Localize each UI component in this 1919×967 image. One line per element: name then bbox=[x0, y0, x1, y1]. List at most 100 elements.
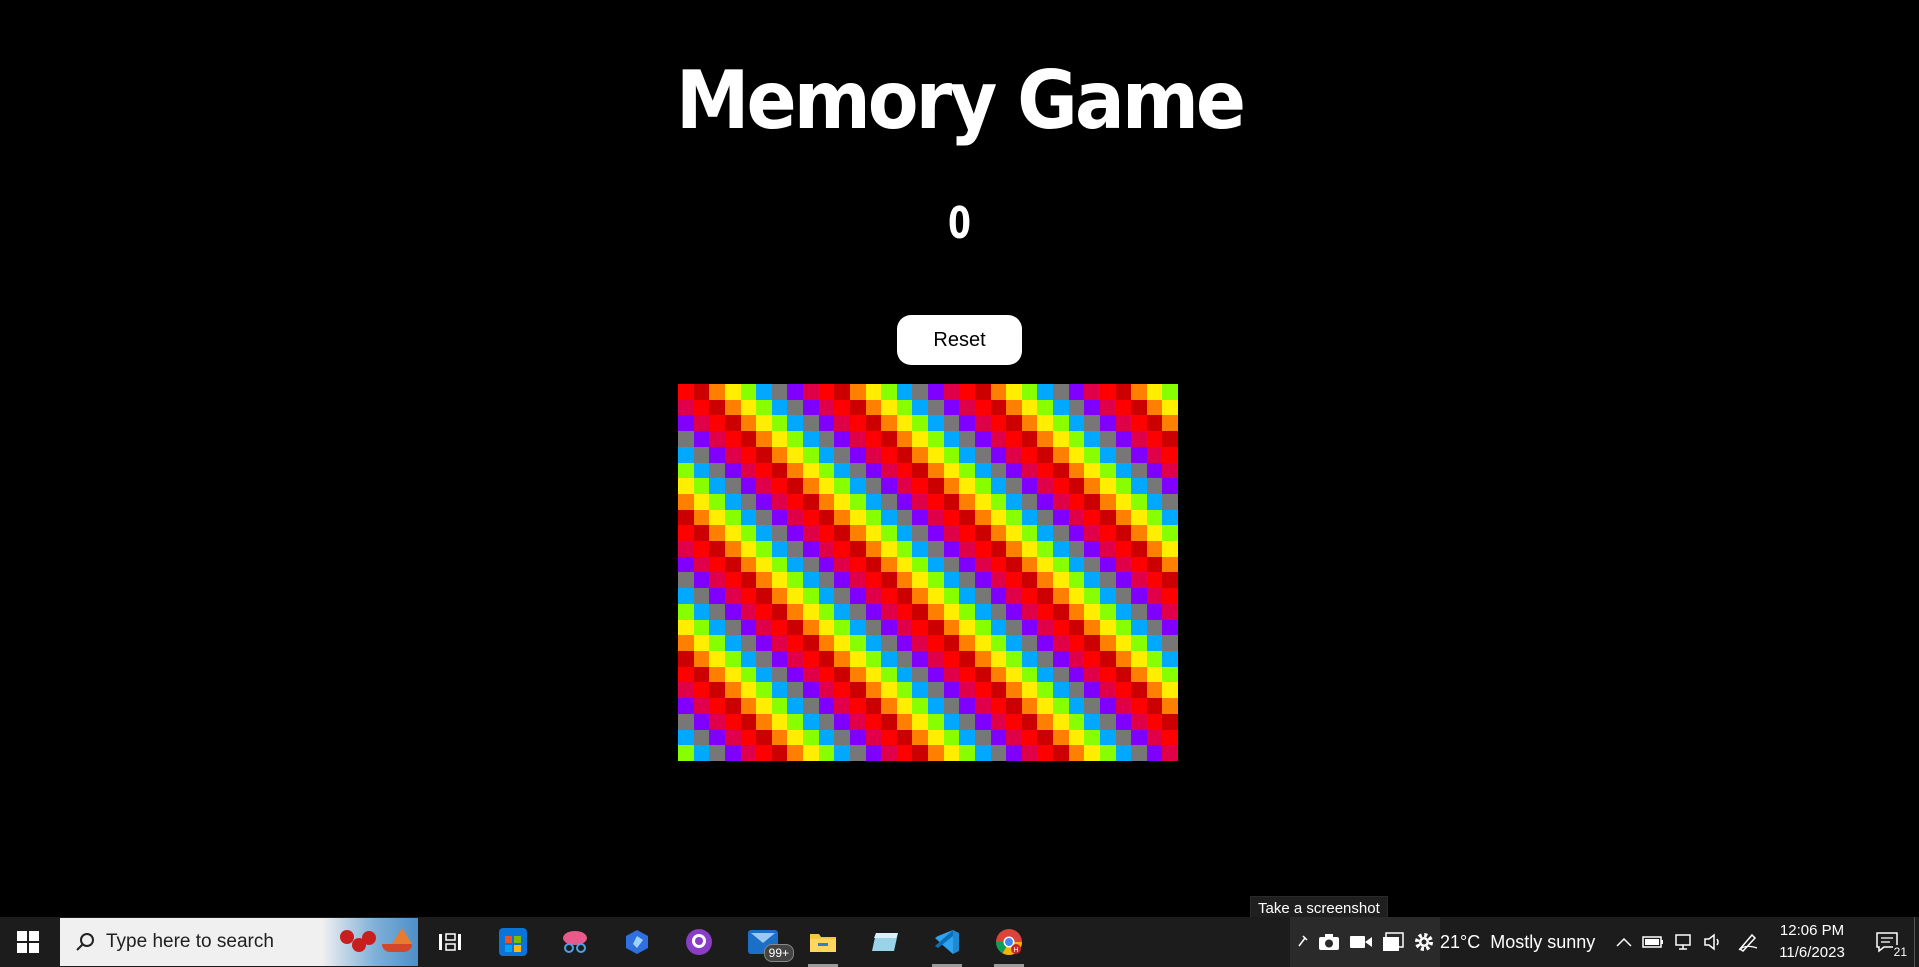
board-tile[interactable] bbox=[1099, 682, 1116, 699]
board-tile[interactable] bbox=[1099, 603, 1116, 620]
board-tile[interactable] bbox=[834, 682, 850, 699]
board-tile[interactable] bbox=[943, 619, 960, 636]
board-tile[interactable] bbox=[818, 415, 835, 432]
board-tile[interactable] bbox=[974, 493, 991, 510]
board-tile[interactable] bbox=[787, 588, 803, 604]
board-tile[interactable] bbox=[1099, 588, 1116, 604]
board-tile[interactable] bbox=[740, 431, 757, 447]
board-tile[interactable] bbox=[1115, 431, 1132, 447]
board-tile[interactable] bbox=[865, 619, 882, 636]
board-tile[interactable] bbox=[1099, 635, 1116, 652]
board-tile[interactable] bbox=[803, 462, 819, 479]
board-tile[interactable] bbox=[756, 509, 772, 526]
board-tile[interactable] bbox=[943, 446, 960, 463]
board-tile[interactable] bbox=[678, 713, 694, 730]
board-tile[interactable] bbox=[1037, 713, 1053, 730]
board-tile[interactable] bbox=[1131, 446, 1147, 463]
board-tile[interactable] bbox=[818, 713, 835, 730]
board-tile[interactable] bbox=[771, 588, 788, 604]
board-tile[interactable] bbox=[1162, 745, 1178, 761]
board-tile[interactable] bbox=[1053, 682, 1069, 699]
board-tile[interactable] bbox=[990, 651, 1007, 667]
board-tile[interactable] bbox=[881, 666, 897, 683]
board-tile[interactable] bbox=[1053, 462, 1069, 479]
board-tile[interactable] bbox=[740, 698, 757, 714]
board-tile[interactable] bbox=[865, 635, 882, 652]
board-tile[interactable] bbox=[693, 399, 710, 416]
board-tile[interactable] bbox=[1131, 462, 1147, 479]
board-tile[interactable] bbox=[756, 399, 772, 416]
board-tile[interactable] bbox=[787, 493, 803, 510]
board-tile[interactable] bbox=[724, 572, 741, 589]
board-tile[interactable] bbox=[787, 619, 803, 636]
board-tile[interactable] bbox=[974, 635, 991, 652]
board-tile[interactable] bbox=[1053, 603, 1069, 620]
board-tile[interactable] bbox=[1053, 588, 1069, 604]
board-tile[interactable] bbox=[818, 509, 835, 526]
board-tile[interactable] bbox=[787, 431, 803, 447]
board-tile[interactable] bbox=[912, 729, 928, 746]
board-tile[interactable] bbox=[881, 399, 897, 416]
board-tile[interactable] bbox=[709, 525, 725, 542]
board-tile[interactable] bbox=[678, 541, 694, 557]
board-tile[interactable] bbox=[678, 729, 694, 746]
board-tile[interactable] bbox=[943, 431, 960, 447]
board-tile[interactable] bbox=[928, 431, 944, 447]
board-tile[interactable] bbox=[928, 603, 944, 620]
board-tile[interactable] bbox=[1021, 525, 1038, 542]
board-tile[interactable] bbox=[959, 619, 975, 636]
board-tile[interactable] bbox=[849, 556, 866, 573]
board-tile[interactable] bbox=[990, 713, 1007, 730]
board-tile[interactable] bbox=[1084, 556, 1100, 573]
board-tile[interactable] bbox=[818, 603, 835, 620]
board-tile[interactable] bbox=[1162, 698, 1178, 714]
board-tile[interactable] bbox=[724, 698, 741, 714]
board-tile[interactable] bbox=[834, 541, 850, 557]
board-tile[interactable] bbox=[834, 603, 850, 620]
board-tile[interactable] bbox=[849, 682, 866, 699]
board-tile[interactable] bbox=[1006, 384, 1022, 400]
board-tile[interactable] bbox=[990, 572, 1007, 589]
board-tile[interactable] bbox=[1068, 635, 1085, 652]
board-tile[interactable] bbox=[1099, 415, 1116, 432]
board-tile[interactable] bbox=[724, 713, 741, 730]
board-tile[interactable] bbox=[1084, 651, 1100, 667]
board-tile[interactable] bbox=[849, 431, 866, 447]
board-tile[interactable] bbox=[849, 588, 866, 604]
board-tile[interactable] bbox=[1115, 556, 1132, 573]
board-tile[interactable] bbox=[693, 541, 710, 557]
board-tile[interactable] bbox=[724, 745, 741, 761]
board-tile[interactable] bbox=[771, 745, 788, 761]
board-tile[interactable] bbox=[990, 682, 1007, 699]
board-tile[interactable] bbox=[1162, 729, 1178, 746]
board-tile[interactable] bbox=[818, 478, 835, 494]
board-tile[interactable] bbox=[1021, 588, 1038, 604]
board-tile[interactable] bbox=[849, 603, 866, 620]
board-tile[interactable] bbox=[990, 525, 1007, 542]
board-tile[interactable] bbox=[1146, 462, 1163, 479]
board-tile[interactable] bbox=[1037, 509, 1053, 526]
board-tile[interactable] bbox=[693, 651, 710, 667]
board-tile[interactable] bbox=[740, 509, 757, 526]
board-tile[interactable] bbox=[896, 399, 913, 416]
board-tile[interactable] bbox=[849, 635, 866, 652]
board-tile[interactable] bbox=[771, 572, 788, 589]
board-tile[interactable] bbox=[1037, 635, 1053, 652]
board-tile[interactable] bbox=[678, 651, 694, 667]
board-tile[interactable] bbox=[881, 493, 897, 510]
board-tile[interactable] bbox=[959, 478, 975, 494]
board-tile[interactable] bbox=[709, 446, 725, 463]
board-tile[interactable] bbox=[943, 384, 960, 400]
board-tile[interactable] bbox=[678, 619, 694, 636]
board-tile[interactable] bbox=[849, 619, 866, 636]
board-tile[interactable] bbox=[1131, 729, 1147, 746]
board-tile[interactable] bbox=[1037, 603, 1053, 620]
board-tile[interactable] bbox=[849, 525, 866, 542]
board-tile[interactable] bbox=[865, 572, 882, 589]
board-tile[interactable] bbox=[740, 619, 757, 636]
board-tile[interactable] bbox=[787, 446, 803, 463]
board-tile[interactable] bbox=[1021, 431, 1038, 447]
board-tile[interactable] bbox=[881, 509, 897, 526]
board-tile[interactable] bbox=[912, 415, 928, 432]
board-tile[interactable] bbox=[896, 556, 913, 573]
